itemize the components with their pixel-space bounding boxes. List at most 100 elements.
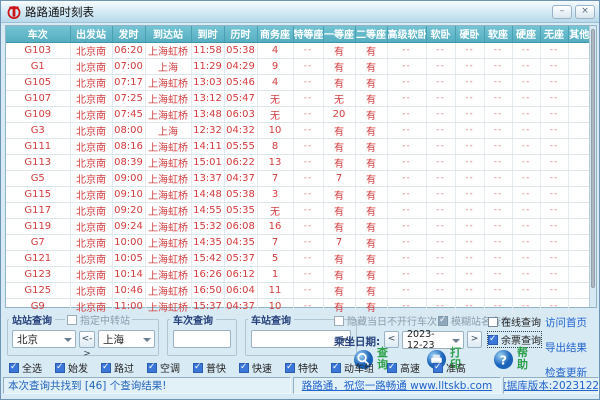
minimize-button[interactable]: – bbox=[552, 4, 572, 19]
column-header[interactable]: 软卧 bbox=[425, 26, 455, 43]
to-station-select[interactable]: 上海 bbox=[98, 330, 155, 348]
filter-checkbox-快速[interactable]: 快速 bbox=[239, 360, 272, 375]
table-cell: 15:42 bbox=[190, 250, 224, 267]
help-button[interactable]: ? 帮助 bbox=[493, 347, 530, 371]
table-cell: 05:55 bbox=[223, 138, 257, 155]
table-cell bbox=[567, 266, 590, 283]
table-cell: G121 bbox=[6, 250, 70, 267]
transfer-station-checkbox[interactable]: 指定中转站 bbox=[65, 312, 132, 327]
chevron-down-icon bbox=[64, 338, 72, 342]
status-bar: 本次查询共找到 [46] 个查询结果! 路路通，祝您一路畅通 www.lltsk… bbox=[3, 377, 599, 394]
filter-checkbox-准高[interactable]: 准高 bbox=[433, 360, 466, 375]
table-cell: -- bbox=[454, 74, 484, 91]
from-station-select[interactable]: 北京 bbox=[12, 330, 76, 348]
date-next-button[interactable]: > bbox=[467, 331, 482, 348]
table-cell: 09:00 bbox=[111, 170, 145, 187]
train-number-input[interactable] bbox=[173, 330, 231, 348]
table-cell: 北京南 bbox=[69, 282, 112, 299]
table-cell: -- bbox=[511, 90, 540, 107]
filter-checkbox-高速[interactable]: 高速 bbox=[387, 360, 420, 375]
column-header[interactable]: 发时 bbox=[111, 26, 145, 43]
table-row[interactable]: G123 北京南 10:14 上海虹桥 16:26 06:12 1 -- 有有 -- -- -- -- -… bbox=[6, 266, 590, 283]
slogan-link[interactable]: 路路通，祝您一路畅通 www.lltskb.com bbox=[302, 378, 492, 393]
table-cell: 15:01 bbox=[190, 154, 224, 171]
table-row[interactable]: G105 北京南 07:17 上海虹桥 13:03 05:46 4 -- 有有 -- -- -- -- -… bbox=[6, 74, 590, 91]
table-cell: 05:38 bbox=[223, 42, 257, 59]
table-row[interactable]: G117 北京南 09:20 上海虹桥 14:55 05:35 无 -- 有有 -- -- -- -- -… bbox=[6, 202, 590, 219]
table-cell: -- bbox=[539, 282, 568, 299]
station-query-label: 站站查询 bbox=[9, 312, 55, 327]
column-header[interactable]: 一等座 bbox=[322, 26, 355, 43]
column-header[interactable]: 车次 bbox=[6, 26, 70, 43]
table-cell: -- bbox=[511, 202, 540, 219]
table-cell: -- bbox=[454, 138, 484, 155]
table-cell: -- bbox=[454, 266, 484, 283]
column-header[interactable]: 硬座 bbox=[511, 26, 540, 43]
column-header[interactable]: 硬卧 bbox=[454, 26, 484, 43]
online-query-checkbox[interactable]: 在线查询 bbox=[488, 314, 541, 329]
table-row[interactable]: G109 北京南 07:45 上海虹桥 13:48 06:03 无 -- 20 有 -- -- -- --… bbox=[6, 106, 590, 123]
table-cell: 10:46 bbox=[111, 282, 145, 299]
column-header[interactable]: 无座 bbox=[539, 26, 568, 43]
column-header[interactable]: 特等座 bbox=[292, 26, 323, 43]
table-row[interactable]: G7 北京南 10:00 上海虹桥 14:35 04:35 7 -- 7 有 -- -- -- -- -- -… bbox=[6, 234, 590, 251]
filter-checkbox-普快[interactable]: 普快 bbox=[193, 360, 226, 375]
table-cell: -- bbox=[483, 74, 512, 91]
status-slogan-cell: 路路通，祝您一路畅通 www.lltskb.com bbox=[293, 377, 501, 394]
filter-checkbox-路过[interactable]: 路过 bbox=[101, 360, 134, 375]
column-header[interactable]: 到达站 bbox=[144, 26, 191, 43]
hide-today-checkbox[interactable]: 隐藏当日不开行车次 bbox=[334, 313, 437, 328]
table-row[interactable]: G103 北京南 06:20 上海虹桥 11:58 05:38 4 -- 有有 -- -- -- -- -… bbox=[6, 42, 590, 59]
column-header[interactable]: 到时 bbox=[190, 26, 224, 43]
column-header[interactable]: 其他 bbox=[567, 26, 590, 43]
table-row[interactable]: G125 北京南 10:46 上海虹桥 16:50 06:04 11 -- 有有 -- -- -- --… bbox=[6, 282, 590, 299]
checkbox-icon bbox=[438, 315, 448, 326]
table-cell: 有 bbox=[322, 154, 355, 171]
table-cell: -- bbox=[292, 138, 323, 155]
table-cell: 07:25 bbox=[111, 90, 145, 107]
visit-homepage-link[interactable]: 访问首页 bbox=[545, 315, 587, 330]
table-cell: -- bbox=[425, 202, 455, 219]
table-cell: -- bbox=[511, 234, 540, 251]
table-cell: -- bbox=[511, 74, 540, 91]
filter-label: 高速 bbox=[400, 364, 420, 375]
filter-checkbox-始发[interactable]: 始发 bbox=[55, 360, 88, 375]
table-cell: 09:20 bbox=[111, 202, 145, 219]
export-results-link[interactable]: 导出结果 bbox=[545, 340, 587, 355]
table-cell bbox=[567, 42, 590, 59]
table-cell: G125 bbox=[6, 282, 70, 299]
column-header[interactable]: 软座 bbox=[483, 26, 512, 43]
close-button[interactable]: × bbox=[575, 4, 595, 19]
table-cell: 7 bbox=[256, 234, 293, 251]
vertical-scrollbar[interactable] bbox=[589, 26, 596, 307]
table-row[interactable]: G1 北京南 07:00 上海 11:29 04:29 9 -- 有有 -- -- -- -- -- -- bbox=[6, 58, 590, 75]
filter-checkbox-空调[interactable]: 空调 bbox=[147, 360, 180, 375]
table-row[interactable]: G111 北京南 08:16 上海虹桥 14:11 05:55 8 -- 有有 -- -- -- -- -… bbox=[6, 138, 590, 155]
table-row[interactable]: G113 北京南 08:39 上海虹桥 15:01 06:22 13 -- 有有 -- -- -- --… bbox=[6, 154, 590, 171]
table-cell: -- bbox=[454, 234, 484, 251]
table-cell: 13 bbox=[256, 154, 293, 171]
table-row[interactable]: G107 北京南 07:25 上海虹桥 13:12 05:47 无 -- 无有 -- -- -- -- -… bbox=[6, 90, 590, 107]
filter-label: 路过 bbox=[114, 364, 134, 375]
table-row[interactable]: G5 北京南 09:00 上海虹桥 13:37 04:37 7 -- 7 有 -- -- -- -- -- -… bbox=[6, 170, 590, 187]
filter-checkbox-全选[interactable]: 全选 bbox=[9, 360, 42, 375]
scrollbar-thumb[interactable] bbox=[591, 29, 595, 288]
table-row[interactable]: G115 北京南 09:10 上海虹桥 14:48 05:38 3 -- 有有 -- -- -- -- -… bbox=[6, 186, 590, 203]
remaining-tickets-checkbox[interactable]: 余票查询 bbox=[487, 331, 542, 348]
table-row[interactable]: G3 北京南 08:00 上海 12:32 04:32 10 -- 有有 -- -- -- -- -- -- bbox=[6, 122, 590, 139]
swap-stations-button[interactable]: <-> bbox=[79, 331, 95, 359]
table-cell: 北京南 bbox=[69, 234, 112, 251]
filter-checkbox-特快[interactable]: 特快 bbox=[285, 360, 318, 375]
column-header[interactable]: 二等座 bbox=[354, 26, 387, 43]
column-header[interactable]: 历时 bbox=[223, 26, 257, 43]
table-cell: -- bbox=[539, 106, 568, 123]
checkbox-icon bbox=[101, 362, 111, 373]
column-header[interactable]: 高级软卧 bbox=[386, 26, 426, 43]
column-header[interactable]: 出发站 bbox=[69, 26, 112, 43]
table-row[interactable]: G121 北京南 10:05 上海虹桥 15:42 05:37 5 -- 有有 -- -- -- -- -… bbox=[6, 250, 590, 267]
table-cell: 8 bbox=[256, 138, 293, 155]
column-header[interactable]: 商务座 bbox=[256, 26, 293, 43]
table-cell: -- bbox=[511, 58, 540, 75]
table-row[interactable]: G119 北京南 09:24 上海虹桥 15:32 06:08 16 -- 有有 -- -- -- --… bbox=[6, 218, 590, 235]
filter-checkbox-动车组[interactable]: 动车组 bbox=[331, 360, 374, 375]
